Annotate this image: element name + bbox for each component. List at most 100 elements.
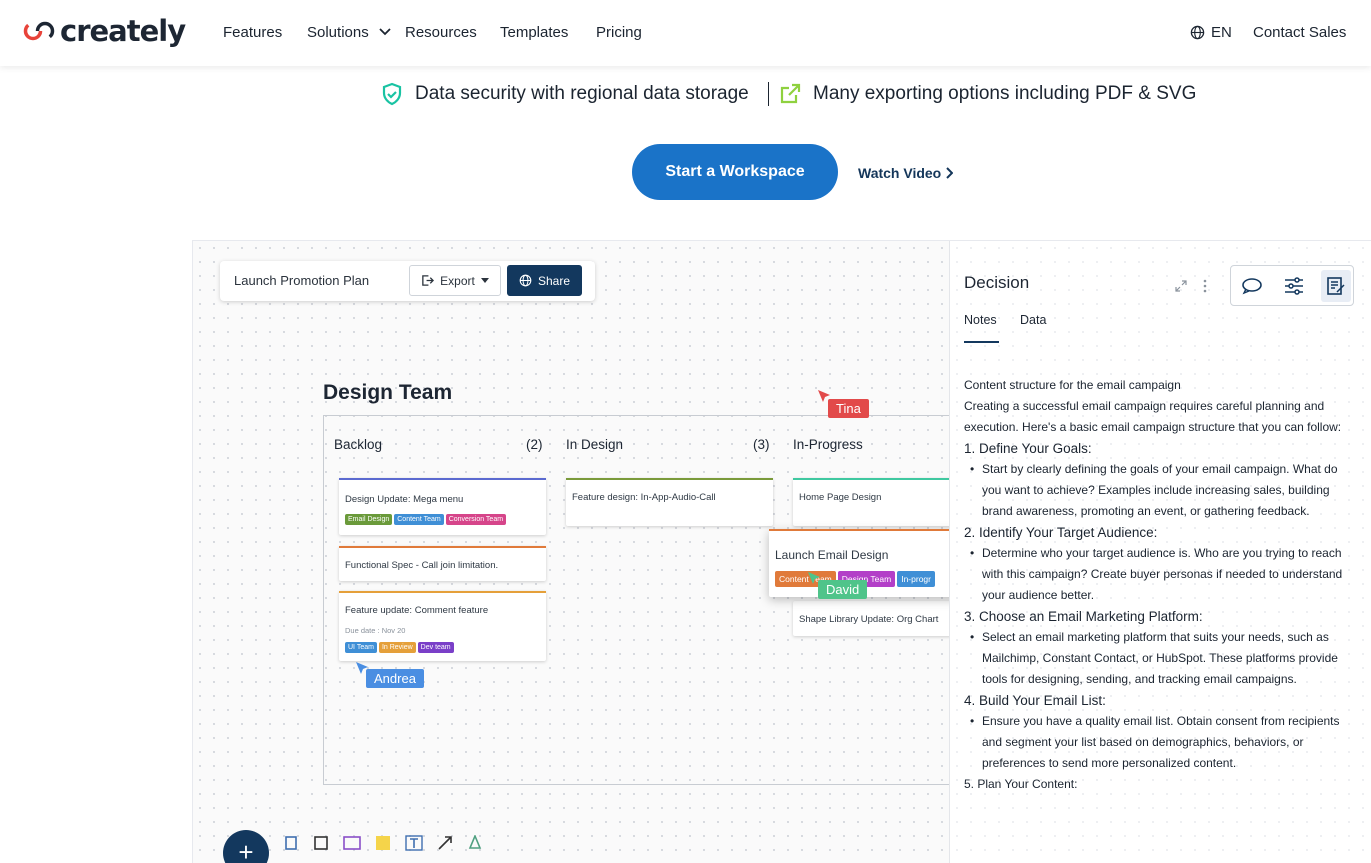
card-color-bar (339, 546, 546, 548)
kanban-card[interactable]: Home Page Design (793, 478, 953, 526)
feature-export-text: Many exporting options including PDF & S… (813, 83, 1197, 104)
card-title: Feature design: In-App-Audio-Call (572, 492, 716, 503)
contact-sales-link[interactable]: Contact Sales (1253, 24, 1346, 41)
watch-video-label: Watch Video (858, 165, 942, 181)
card-color-bar (566, 478, 773, 480)
notes-heading: 2. Identify Your Target Audience: (964, 525, 1158, 540)
text-icon[interactable] (405, 834, 423, 851)
document-title[interactable]: Launch Promotion Plan (234, 273, 369, 288)
add-button[interactable]: + (223, 829, 269, 863)
notes-bullet: Start by clearly defining the goals of y… (964, 459, 1360, 522)
notes-bullet: Select an email marketing platform that … (964, 627, 1360, 690)
kanban-card[interactable]: Feature update: Comment feature Due date… (339, 591, 546, 661)
feature-export: Many exporting options including PDF & S… (779, 82, 1196, 106)
nav-resources[interactable]: Resources (405, 24, 477, 41)
card-title: Home Page Design (799, 492, 882, 503)
tab-notes[interactable]: Notes (964, 313, 997, 327)
globe-icon (519, 274, 532, 287)
external-export-icon (780, 83, 801, 104)
panel-tool-group (1230, 265, 1354, 306)
book-icon[interactable] (283, 835, 299, 851)
feature-security-text: Data security with regional data storage (415, 83, 749, 104)
column-backlog-count: (2) (526, 437, 543, 452)
nav-features[interactable]: Features (223, 24, 282, 41)
card-icon[interactable] (343, 835, 361, 851)
panel-title: Decision (964, 273, 1030, 292)
notes-paragraph: Creating a successful email campaign req… (964, 399, 1342, 434)
column-in-design-count: (3) (753, 437, 770, 452)
caret-down-icon (480, 277, 489, 283)
logo-text: creately (60, 14, 186, 48)
tag: UI Team (345, 642, 377, 653)
tag: In Review (378, 642, 416, 653)
notes-tool-active[interactable] (1321, 270, 1351, 302)
kanban-card[interactable]: Design Update: Mega menu Email Design Con… (339, 478, 546, 535)
tag: In-progr (897, 571, 935, 587)
tab-data[interactable]: Data (1020, 313, 1046, 327)
sliders-icon[interactable] (1283, 277, 1305, 295)
decision-panel: Decision Notes Data Content structure fo… (949, 241, 1371, 863)
more-vertical-icon[interactable] (1202, 279, 1208, 293)
tag: Content Team (394, 514, 444, 525)
card-title: Shape Library Update: Org Chart (799, 614, 939, 625)
card-title: Feature update: Comment feature (345, 605, 489, 616)
notes-heading: 4. Build Your Email List: (964, 693, 1106, 708)
column-in-design-title: In Design (566, 437, 624, 452)
card-tags: Email Design Content Team Conversion Team (345, 513, 508, 525)
tag: Email Design (345, 514, 393, 525)
card-color-bar (339, 478, 546, 480)
nav-solutions-label: Solutions (307, 24, 369, 41)
tag: Conversion Team (445, 514, 507, 525)
nav-pricing[interactable]: Pricing (596, 24, 642, 41)
feature-divider (768, 82, 769, 106)
notes-heading: 5. Plan Your Content: (964, 777, 1078, 791)
share-button[interactable]: Share (507, 265, 582, 296)
nav-templates[interactable]: Templates (500, 24, 568, 41)
kanban-card[interactable]: Feature design: In-App-Audio-Call (566, 478, 773, 526)
export-label: Export (440, 273, 475, 288)
notes-bullet: Ensure you have a quality email list. Ob… (964, 711, 1360, 774)
sticky-note-icon[interactable] (375, 835, 391, 851)
kanban-card[interactable]: Shape Library Update: Org Chart (793, 601, 953, 636)
notes-heading: 3. Choose an Email Marketing Platform: (964, 609, 1203, 624)
column-backlog-title: Backlog (334, 437, 383, 452)
tag: Dev team (417, 642, 454, 653)
expand-icon[interactable] (1174, 279, 1188, 293)
globe-icon (1190, 25, 1205, 40)
shield-check-icon (382, 82, 402, 106)
export-icon (422, 275, 435, 286)
notes-heading: 1. Define Your Goals: (964, 441, 1092, 456)
chevron-right-icon (946, 167, 954, 179)
card-title: Launch Email Design (775, 548, 889, 562)
app-preview: Launch Promotion Plan Export Share Desig… (192, 240, 1371, 863)
card-title: Functional Spec - Call join limitation. (345, 560, 499, 571)
rectangle-icon[interactable] (313, 835, 329, 851)
export-button[interactable]: Export (409, 265, 501, 296)
tab-notes-underline (964, 341, 999, 343)
card-color-bar (339, 591, 546, 593)
board-title: Design Team (323, 381, 453, 404)
watch-video-link[interactable]: Watch Video (858, 165, 954, 181)
document-toolbar: Launch Promotion Plan Export Share (220, 261, 595, 301)
share-label: Share (537, 273, 571, 288)
nav-solutions[interactable]: Solutions (307, 24, 391, 41)
language-selector[interactable]: EN (1190, 24, 1232, 41)
top-navbar: creately Features Solutions Resources Te… (0, 0, 1371, 66)
notes-paragraph: Content structure for the email campaign (964, 378, 1181, 392)
cursor-label-tina: Tina (828, 399, 869, 418)
notes-bullet: Determine who your target audience is. W… (964, 543, 1360, 606)
start-workspace-button[interactable]: Start a Workspace (632, 144, 838, 200)
kanban-card[interactable]: Functional Spec - Call join limitation. (339, 546, 546, 581)
card-due-date: Due date : Nov 20 (345, 626, 406, 635)
pen-icon[interactable] (467, 834, 483, 851)
card-color-bar (769, 529, 959, 531)
arrow-icon[interactable] (437, 835, 453, 851)
column-in-progress-title: In-Progress (793, 437, 863, 452)
logo[interactable]: creately (22, 14, 186, 48)
notes-content[interactable]: Content structure for the email campaign… (964, 375, 1360, 795)
creately-logo-icon (23, 21, 55, 41)
cursor-label-andrea: Andrea (366, 669, 424, 688)
comment-icon[interactable] (1241, 277, 1263, 295)
cursor-label-david: David (818, 580, 868, 599)
card-tags: UI Team In Review Dev team (345, 641, 456, 653)
